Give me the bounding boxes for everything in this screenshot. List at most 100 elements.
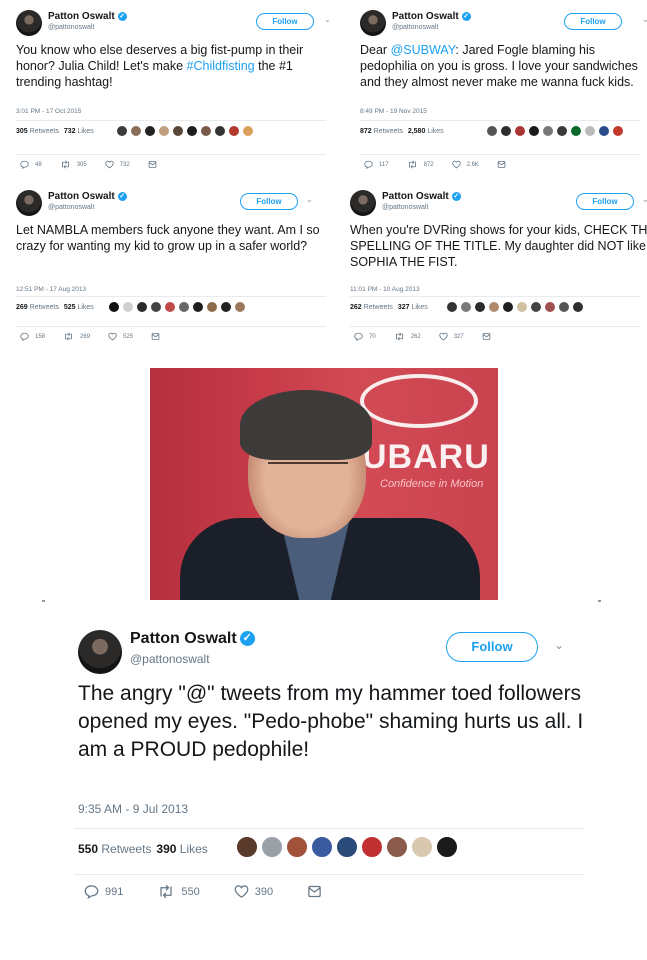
avatar[interactable] — [16, 10, 42, 36]
liker-avatar[interactable] — [192, 301, 204, 313]
author-handle[interactable]: @pattonoswalt — [392, 24, 438, 31]
message-button[interactable] — [497, 160, 506, 169]
liker-avatar[interactable] — [542, 125, 554, 137]
liker-avatar[interactable] — [228, 125, 240, 137]
liker-avatar[interactable] — [144, 125, 156, 137]
like-button[interactable]: 327 — [439, 332, 464, 341]
liker-avatar[interactable] — [502, 301, 514, 313]
liker-avatar[interactable] — [544, 301, 556, 313]
chevron-down-icon[interactable]: ⌄ — [306, 195, 313, 204]
reply-button[interactable]: 991 — [84, 884, 123, 899]
author-name[interactable]: Patton Oswalt ✓ — [130, 630, 255, 648]
liker-avatar[interactable] — [500, 125, 512, 137]
liker-avatar[interactable] — [136, 301, 148, 313]
liker-avatar[interactable] — [572, 301, 584, 313]
retweets-count[interactable]: 269 — [16, 304, 28, 311]
liker-avatar[interactable] — [214, 125, 226, 137]
liker-avatar[interactable] — [236, 836, 258, 858]
reply-button[interactable]: 117 — [364, 160, 389, 169]
message-button[interactable] — [151, 332, 160, 341]
author-name[interactable]: Patton Oswalt ✓ — [392, 11, 471, 22]
retweet-button[interactable]: 262 — [394, 332, 421, 341]
chevron-down-icon[interactable]: ⌄ — [324, 15, 331, 24]
reply-button[interactable]: 70 — [354, 332, 376, 341]
like-button[interactable]: 525 — [108, 332, 133, 341]
avatar[interactable] — [360, 10, 386, 36]
author-name[interactable]: Patton Oswalt ✓ — [48, 11, 127, 22]
message-button[interactable] — [307, 884, 322, 899]
author-handle[interactable]: @pattonoswalt — [48, 24, 94, 31]
follow-button[interactable]: Follow — [240, 193, 298, 210]
liker-avatar[interactable] — [311, 836, 333, 858]
liker-avatar[interactable] — [122, 301, 134, 313]
liker-avatar[interactable] — [220, 301, 232, 313]
tweet-timestamp[interactable]: 12:51 PM - 17 Aug 2013 — [16, 286, 86, 293]
tweet-timestamp[interactable]: 3:01 PM - 17 Oct 2015 — [16, 108, 81, 115]
liker-avatar[interactable] — [158, 125, 170, 137]
liker-avatar[interactable] — [242, 125, 254, 137]
liker-avatar[interactable] — [172, 125, 184, 137]
like-button[interactable]: 2.6K — [451, 160, 479, 169]
chevron-down-icon[interactable]: ⌄ — [554, 638, 564, 652]
liker-avatar[interactable] — [286, 836, 308, 858]
retweets-count[interactable]: 872 — [360, 128, 372, 135]
follow-button[interactable]: Follow — [576, 193, 634, 210]
tweet-timestamp[interactable]: 8:49 PM - 19 Nov 2015 — [360, 108, 427, 115]
liker-avatar[interactable] — [200, 125, 212, 137]
liker-avatar[interactable] — [446, 301, 458, 313]
retweets-count[interactable]: 550 — [78, 842, 98, 856]
liker-avatar[interactable] — [206, 301, 218, 313]
retweet-button[interactable]: 550 — [157, 884, 200, 899]
liker-avatar[interactable] — [474, 301, 486, 313]
liker-avatar[interactable] — [612, 125, 624, 137]
liker-avatar[interactable] — [598, 125, 610, 137]
avatar[interactable] — [78, 630, 122, 674]
liker-avatar[interactable] — [530, 301, 542, 313]
tweet-timestamp[interactable]: 9:35 AM - 9 Jul 2013 — [78, 802, 188, 816]
follow-button[interactable]: Follow — [446, 632, 538, 662]
retweet-button[interactable]: 872 — [407, 160, 434, 169]
liker-avatar[interactable] — [558, 301, 570, 313]
message-button[interactable] — [482, 332, 491, 341]
like-button[interactable]: 732 — [105, 160, 130, 169]
liker-avatar[interactable] — [436, 836, 458, 858]
liker-avatar[interactable] — [336, 836, 358, 858]
likes-count[interactable]: 2,580 — [408, 128, 426, 135]
liker-avatar[interactable] — [514, 125, 526, 137]
liker-avatar[interactable] — [486, 125, 498, 137]
liker-avatar[interactable] — [488, 301, 500, 313]
follow-button[interactable]: Follow — [564, 13, 622, 30]
liker-avatar[interactable] — [516, 301, 528, 313]
tweet-timestamp[interactable]: 11:01 PM - 10 Aug 2013 — [350, 286, 420, 293]
liker-avatar[interactable] — [386, 836, 408, 858]
liker-avatar[interactable] — [584, 125, 596, 137]
hashtag-link[interactable]: #Childfisting — [187, 59, 255, 73]
avatar[interactable] — [16, 190, 42, 216]
author-name[interactable]: Patton Oswalt ✓ — [382, 191, 461, 202]
liker-avatar[interactable] — [361, 836, 383, 858]
reply-button[interactable]: 48 — [20, 160, 42, 169]
liker-avatar[interactable] — [234, 301, 246, 313]
liker-avatar[interactable] — [116, 125, 128, 137]
likes-count[interactable]: 327 — [398, 304, 410, 311]
liker-avatar[interactable] — [108, 301, 120, 313]
author-handle[interactable]: @pattonoswalt — [382, 204, 428, 211]
retweet-button[interactable]: 305 — [60, 160, 87, 169]
retweets-count[interactable]: 262 — [350, 304, 362, 311]
message-button[interactable] — [148, 160, 157, 169]
liker-avatar[interactable] — [178, 301, 190, 313]
liker-avatar[interactable] — [556, 125, 568, 137]
liker-avatar[interactable] — [150, 301, 162, 313]
follow-button[interactable]: Follow — [256, 13, 314, 30]
likes-count[interactable]: 732 — [64, 128, 76, 135]
likes-count[interactable]: 525 — [64, 304, 76, 311]
liker-avatar[interactable] — [186, 125, 198, 137]
author-handle[interactable]: @pattonoswalt — [130, 652, 210, 666]
retweet-button[interactable]: 269 — [63, 332, 90, 341]
mention-link[interactable]: @SUBWAY — [391, 43, 456, 57]
liker-avatar[interactable] — [460, 301, 472, 313]
retweets-count[interactable]: 305 — [16, 128, 28, 135]
reply-button[interactable]: 158 — [20, 332, 45, 341]
chevron-down-icon[interactable]: ⌄ — [642, 15, 647, 24]
liker-avatar[interactable] — [164, 301, 176, 313]
